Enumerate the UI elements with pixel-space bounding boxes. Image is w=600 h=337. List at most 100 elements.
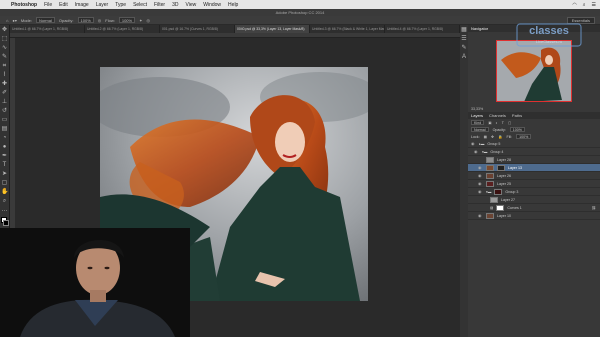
eyedropper-tool-icon[interactable]: ⌇ <box>1 72 8 79</box>
layer-thumbnail <box>486 180 494 187</box>
pressure-size-icon[interactable]: ◎ <box>146 18 150 23</box>
character-panel-icon[interactable]: A <box>461 54 468 61</box>
layer-name: Layer 28 <box>497 157 511 162</box>
eraser-tool-icon[interactable]: ▭ <box>1 117 8 124</box>
doc-tab[interactable]: Untitled-3 @ 66.7% (Black & White 1, Lay… <box>310 25 385 33</box>
brush-panel-icon[interactable]: ✎ <box>461 45 468 52</box>
doc-tab[interactable]: 001.psd @ 16.7% (Curves 1, RGB/8) <box>160 25 235 33</box>
layer-name: Layer 25 <box>497 181 511 186</box>
menu-edit[interactable]: Edit <box>59 2 68 8</box>
tab-navigator[interactable]: Navigator <box>471 25 488 32</box>
quick-select-tool-icon[interactable]: ✎ <box>1 54 8 61</box>
type-tool-icon[interactable]: T <box>1 162 8 169</box>
pen-tool-icon[interactable]: ✒ <box>1 153 8 160</box>
layer-name: Group 5 <box>487 141 501 146</box>
lock-all-icon[interactable]: 🔒 <box>498 135 502 139</box>
menu-layer[interactable]: Layer <box>96 2 109 8</box>
tab-channels[interactable]: Channels <box>489 112 506 119</box>
fill-label: Fill: <box>506 134 513 139</box>
zoom-tool-icon[interactable]: ⌕ <box>1 198 8 205</box>
layer-row[interactable]: ◉ Layer 26 <box>468 172 600 180</box>
opacity-field[interactable]: 100% <box>77 17 94 23</box>
menu-filter[interactable]: Filter <box>154 2 165 8</box>
path-select-tool-icon[interactable]: ➤ <box>1 171 8 178</box>
watermark-text: classes <box>529 25 569 37</box>
navigator-view-box[interactable] <box>496 40 572 102</box>
menu-help[interactable]: Help <box>228 2 238 8</box>
flow-field[interactable]: 100% <box>118 17 136 23</box>
history-brush-tool-icon[interactable]: ↺ <box>1 108 8 115</box>
brush-preset-icon[interactable]: ●▾ <box>12 18 16 23</box>
mode-select[interactable]: Normal <box>35 17 55 23</box>
doc-tab-active[interactable]: 0040.psd @ 33,3% (Layer 13, Layer Mask/8… <box>235 25 310 33</box>
doc-tab[interactable]: Untitled-4 @ 66.7% (Layer 1, RGB/8) <box>385 25 460 33</box>
move-tool-icon[interactable]: ✥ <box>1 27 8 34</box>
menu-select[interactable]: Select <box>133 2 147 8</box>
visibility-eye-icon[interactable]: ◉ <box>478 165 483 170</box>
shape-tool-icon[interactable]: ▢ <box>1 180 8 187</box>
menu-type[interactable]: Type <box>115 2 126 8</box>
pressure-opacity-icon[interactable]: ◎ <box>98 18 102 23</box>
layer-row-selected[interactable]: ◉ Layer 13 <box>468 164 600 172</box>
crop-tool-icon[interactable]: ⌗ <box>1 63 8 70</box>
menu-list-icon[interactable]: ☰ <box>592 2 596 8</box>
gradient-tool-icon[interactable]: ▤ <box>1 126 8 133</box>
group-mask-thumbnail[interactable] <box>494 188 503 195</box>
blend-mode-select[interactable]: Normal <box>471 127 489 132</box>
lasso-tool-icon[interactable]: ∿ <box>1 45 8 52</box>
layer-row[interactable]: Layer 28 <box>468 156 600 164</box>
layer-mask-thumbnail[interactable] <box>497 164 505 171</box>
search-icon[interactable]: ⌕ <box>583 2 586 8</box>
menu-image[interactable]: Image <box>75 2 89 8</box>
visibility-eye-icon[interactable]: ◉ <box>478 189 483 194</box>
layer-mask-thumbnail[interactable] <box>496 204 505 211</box>
menu-window[interactable]: Window <box>203 2 221 8</box>
tab-paths[interactable]: Paths <box>512 112 522 119</box>
visibility-eye-icon[interactable]: ◉ <box>478 213 483 218</box>
lock-position-icon[interactable]: ✥ <box>491 135 494 139</box>
doc-tab[interactable]: Untitled-1 @ 66.7% (Layer 1, RGB/8) <box>10 25 85 33</box>
tab-layers[interactable]: Layers <box>471 112 483 119</box>
watermark-subtext: LiveClasses.ru <box>535 39 563 44</box>
airbrush-icon[interactable]: ✦ <box>139 18 142 23</box>
filter-shape-icon[interactable]: ▢ <box>508 121 511 125</box>
layer-row[interactable]: ◉ ▸▬ Group 5 <box>468 140 600 148</box>
brush-tool-icon[interactable]: ✐ <box>1 90 8 97</box>
dodge-tool-icon[interactable]: ● <box>1 144 8 151</box>
app-menu[interactable]: Photoshop <box>11 2 37 8</box>
layer-row[interactable]: Layer 27 <box>468 196 600 204</box>
layer-opacity-field[interactable]: 100% <box>509 127 525 132</box>
layer-row[interactable]: ◉ Layer 10 <box>468 212 600 220</box>
blur-tool-icon[interactable]: ◔ <box>1 135 8 142</box>
properties-panel-icon[interactable]: ☰ <box>461 36 468 43</box>
healing-tool-icon[interactable]: ✚ <box>1 81 8 88</box>
fill-field[interactable]: 100% <box>516 134 532 139</box>
visibility-eye-icon[interactable]: ◉ <box>471 141 476 146</box>
lock-pixels-icon[interactable]: ▦ <box>484 135 487 139</box>
navigator-zoom[interactable]: 33,33% <box>471 107 483 111</box>
hand-tool-icon[interactable]: ✋ <box>1 189 8 196</box>
wifi-icon[interactable]: ◠ <box>572 2 576 8</box>
filter-type-icon[interactable]: T <box>502 121 504 125</box>
filter-kind-select[interactable]: Kind <box>471 120 485 125</box>
menu-3d[interactable]: 3D <box>172 2 178 8</box>
layer-row[interactable]: ◉ Layer 25 <box>468 180 600 188</box>
visibility-eye-icon[interactable]: ◉ <box>478 173 483 178</box>
home-icon[interactable]: ⌂ <box>6 18 8 23</box>
filter-adjustment-icon[interactable]: ◐ <box>496 121 498 125</box>
menu-file[interactable]: File <box>44 2 52 8</box>
layer-row[interactable]: ▨ Curves 1 ⛓ <box>468 204 600 212</box>
menu-view[interactable]: View <box>186 2 197 8</box>
visibility-eye-icon[interactable]: ◉ <box>478 181 483 186</box>
background-color-swatch[interactable] <box>3 220 9 226</box>
visibility-eye-icon[interactable]: ◉ <box>474 149 479 154</box>
history-panel-icon[interactable]: ▦ <box>461 27 468 34</box>
layer-row[interactable]: ◉ ▾▬ Group 3 <box>468 188 600 196</box>
navigator-thumbnail[interactable] <box>496 40 572 102</box>
layer-row[interactable]: ◉ ▾▬ Group 4 <box>468 148 600 156</box>
more-tools-icon[interactable]: … <box>1 207 8 214</box>
filter-pixel-icon[interactable]: ▣ <box>488 121 491 125</box>
marquee-tool-icon[interactable]: ⬚ <box>1 36 8 43</box>
clone-stamp-tool-icon[interactable]: ⊥ <box>1 99 8 106</box>
doc-tab[interactable]: Untitled-2 @ 66.7% (Layer 1, RGB/8) <box>85 25 160 33</box>
